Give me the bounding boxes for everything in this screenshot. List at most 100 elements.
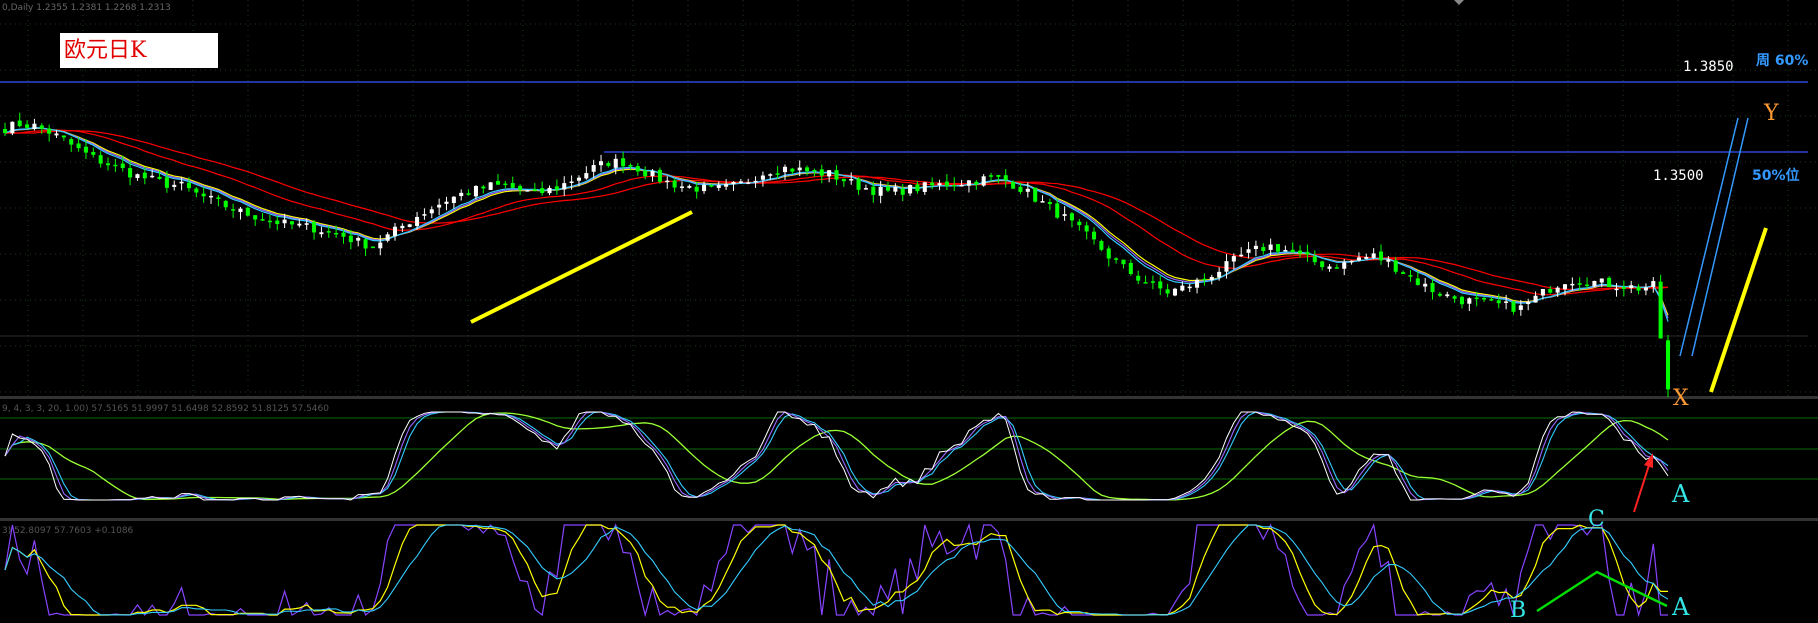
wave-label-a1: A — [1671, 480, 1690, 508]
candle-body — [738, 181, 743, 183]
candle-body — [562, 183, 567, 190]
candle-body — [260, 219, 265, 221]
candle-body — [1577, 283, 1582, 285]
candle-body — [164, 177, 169, 188]
level-price-1: 1.3850 — [1683, 59, 1734, 75]
candle-body — [1275, 244, 1281, 252]
candle-body — [1334, 267, 1339, 269]
candle-body — [1136, 275, 1141, 281]
candle-body — [922, 182, 927, 192]
ma-cyan — [4, 126, 1669, 322]
candle-body — [849, 179, 854, 181]
candle-body — [1011, 181, 1016, 189]
candle-body — [1084, 225, 1089, 232]
candle-body — [1290, 249, 1295, 253]
candle-body — [370, 246, 375, 249]
candle-body — [466, 193, 471, 195]
candle-body — [797, 167, 802, 171]
candle-body — [628, 164, 633, 167]
candle-body — [554, 186, 559, 190]
candle-body — [856, 178, 861, 190]
candle-body — [1040, 201, 1045, 203]
candle-body — [186, 182, 191, 189]
candle-body — [1283, 250, 1288, 252]
candle-body — [1401, 272, 1406, 275]
candle-body — [1261, 247, 1266, 252]
candle-body — [488, 182, 493, 190]
oscillator-2-info: 3) 52.8097 57.7603 +0.1086 — [2, 526, 134, 536]
candle-body — [1496, 300, 1501, 304]
candle-body — [643, 170, 648, 177]
panel-separator-2 — [0, 518, 1818, 521]
candle-body — [679, 186, 684, 188]
candle-body — [952, 185, 957, 187]
candle-body — [25, 124, 30, 128]
candle-body — [17, 120, 22, 127]
candle-body — [1504, 301, 1509, 303]
candle-body — [996, 174, 1001, 177]
candle-body — [687, 186, 692, 188]
red-arrow-shaft — [1633, 461, 1651, 513]
candle-body — [599, 161, 604, 166]
moving-averages — [4, 126, 1669, 322]
candle-body — [1489, 299, 1494, 301]
candle-body — [1482, 298, 1487, 300]
candle-body — [1356, 257, 1361, 261]
candle-body — [841, 178, 846, 182]
candle-body — [201, 193, 206, 197]
candle-body — [76, 143, 81, 149]
candle-body — [1555, 287, 1560, 293]
candle-body — [473, 185, 478, 197]
candle-body — [503, 183, 508, 186]
candle-body — [812, 170, 817, 172]
chart-title: 欧元日K — [60, 33, 218, 68]
oscillator-1-info: 9, 4, 3, 3, 20, 1.00) 57.5165 51.9997 51… — [2, 404, 329, 414]
candle-body — [1533, 295, 1538, 303]
candle-body — [1121, 259, 1126, 265]
candle-body — [1099, 240, 1104, 250]
candle-body — [1665, 340, 1671, 390]
candle-body — [768, 174, 773, 176]
candle-body — [1055, 203, 1060, 218]
candle-body — [451, 196, 456, 203]
candle-body — [1217, 271, 1222, 278]
candle-body — [1033, 187, 1038, 202]
chart-canvas: 0,Daily 1.2355 1.2381 1.2268 1.2313 9, 4… — [0, 0, 1818, 623]
candle-body — [1128, 262, 1133, 275]
candle-body — [1437, 293, 1442, 296]
candle-body — [1187, 286, 1192, 289]
candle-body — [341, 232, 346, 237]
candle-body — [334, 232, 339, 235]
candle-body — [429, 209, 434, 214]
candle-body — [1342, 262, 1347, 269]
candle-body — [1202, 278, 1207, 281]
candle-body — [900, 188, 905, 195]
candle-body — [1607, 277, 1612, 288]
candle-body — [1386, 259, 1391, 262]
candle-body — [665, 180, 670, 183]
ma-violet — [4, 127, 1669, 319]
candle-body — [407, 224, 412, 227]
candle-body — [621, 158, 626, 167]
candle-body — [1474, 297, 1479, 300]
candle-body — [1562, 284, 1568, 290]
candle-body — [1195, 279, 1200, 288]
osc2-violet-line — [4, 522, 1668, 618]
candle-body — [966, 180, 971, 186]
osc2-cyan-line — [4, 524, 1669, 616]
candle-body — [709, 185, 714, 187]
candle-body — [1364, 256, 1369, 259]
candle-body — [1150, 281, 1155, 283]
candle-body — [142, 172, 147, 179]
candle-body — [1018, 186, 1023, 192]
candle-body — [893, 186, 898, 192]
ma-yellow — [4, 127, 1669, 316]
level-price-2: 1.3500 — [1653, 168, 1704, 184]
candle-body — [105, 163, 111, 166]
candle-body — [871, 186, 876, 195]
candle-body — [209, 195, 214, 198]
candle-body — [1452, 296, 1457, 299]
candle-body — [753, 180, 758, 183]
candle-body — [1408, 275, 1413, 277]
candle-body — [267, 220, 272, 223]
